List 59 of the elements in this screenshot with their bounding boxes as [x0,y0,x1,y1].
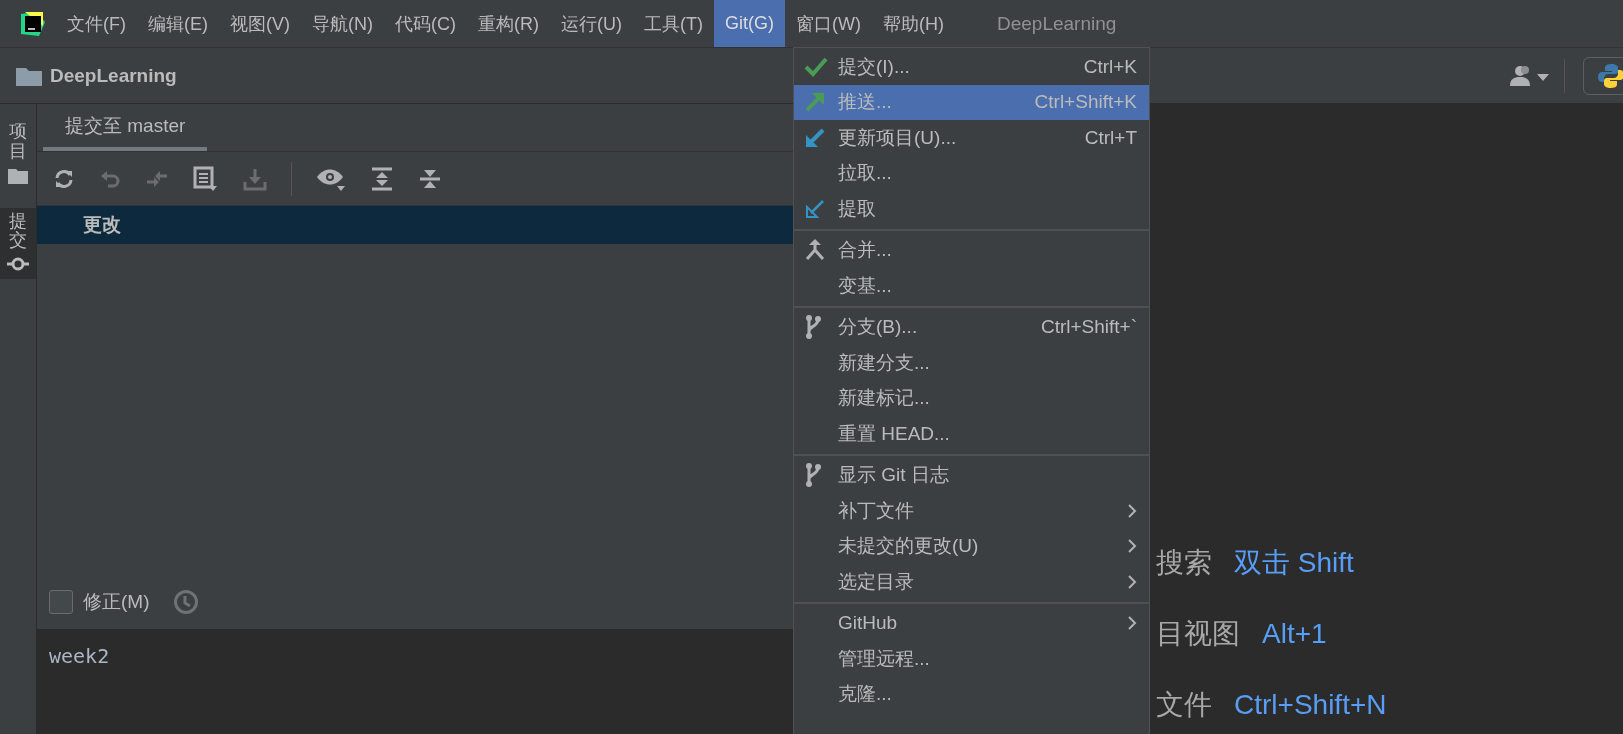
menu-item[interactable]: 分支(B)... Ctrl+Shift+` [794,309,1149,345]
diff-icon[interactable] [193,165,219,192]
commit-icon [7,257,29,272]
commit-message-field[interactable]: week2 [37,630,793,734]
folder-icon [16,65,42,86]
changelist-node[interactable]: 更改 [37,206,793,244]
refresh-icon[interactable] [53,167,75,190]
menu-item[interactable]: 重构(R) [467,0,550,47]
branch-icon [804,463,822,488]
shortcut-text: 双击 Shift [1234,546,1354,580]
menu-item[interactable]: 更新项目(U)... Ctrl+T [794,120,1149,156]
menu-item[interactable]: 提取 [794,191,1149,227]
hint-label: 搜索 [1156,546,1212,580]
menu-item[interactable]: 重置 HEAD... [794,416,1149,452]
menu-item[interactable]: 合并... [794,232,1149,268]
menu-item[interactable]: 帮助(H) [871,0,955,47]
hint-label: 目视图 [1156,617,1240,651]
app-logo-icon [21,11,45,36]
menu-item[interactable]: Git(G) [713,0,785,47]
menu-item[interactable]: 运行(U) [550,0,633,47]
window-title: DeepLearning [996,11,1117,36]
branch-icon [804,315,822,340]
hint-label: 文件 [1156,688,1212,722]
check-icon [804,56,828,77]
panel-tab[interactable]: 提交至 master [43,113,208,151]
merge-icon [804,238,826,263]
tool-window-tab[interactable]: 提交 [0,207,36,280]
menu-item[interactable]: 克隆... [794,676,1149,712]
menu-item[interactable]: 未提交的更改(U) [794,528,1149,564]
menu-item[interactable]: 工具(T) [633,0,714,47]
menu-item[interactable]: 新建标记... [794,380,1149,416]
menu-item[interactable]: 提交(I)... Ctrl+K [794,49,1149,85]
folder-icon [8,167,28,184]
arrow-icon [804,91,826,114]
menu-item[interactable]: 选定目录 [794,564,1149,600]
menu-item[interactable]: 窗口(W) [784,0,872,47]
menu-item[interactable]: 导航(N) [301,0,384,47]
menu-item[interactable]: 文件(F) [56,0,137,47]
menu-item[interactable]: 代码(C) [384,0,467,47]
menu-item[interactable]: 编辑(E) [137,0,219,47]
python-icon [1598,62,1623,89]
project-name: DeepLearning [50,64,177,87]
menu-item[interactable]: GitHub [794,605,1149,641]
arrow-icon [804,126,826,149]
menu-item[interactable]: 显示 Git 日志 [794,457,1149,493]
shortcut-text: Ctrl+Shift+N [1234,689,1387,721]
menu-item[interactable]: 管理远程... [794,641,1149,677]
menu-item[interactable]: 视图(V) [219,0,301,47]
amend-checkbox[interactable] [49,590,73,614]
menu-item[interactable]: 拉取... [794,155,1149,191]
arrow-icon [804,197,826,220]
amend-label: 修正(M) [83,590,150,614]
expand-all-icon[interactable] [370,166,394,191]
shortcut-text: Alt+1 [1262,618,1327,650]
users-icon[interactable] [1510,63,1550,88]
menu-item[interactable]: 补丁文件 [794,493,1149,529]
tool-window-tab[interactable]: 项目 [0,118,36,192]
menu-item[interactable]: 变基... [794,268,1149,304]
menu-item[interactable]: 新建分支... [794,345,1149,381]
